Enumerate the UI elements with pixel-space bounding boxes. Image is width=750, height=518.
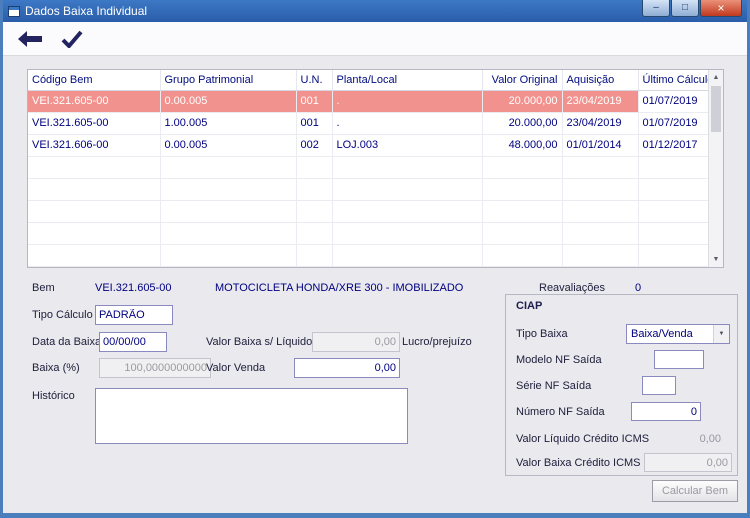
reavaliacoes-label: Reavaliações [539,282,606,294]
valor-liquido-icms-label: Valor Líquido Crédito ICMS [516,433,650,445]
window-title: Dados Baixa Individual [25,4,148,18]
app-icon [8,5,20,17]
client-area: Código Bem Grupo Patrimonial U.N. Planta… [3,56,747,513]
data-baixa-label: Data da Baixa [32,336,102,348]
scrollbar-track [709,132,723,252]
baixa-pct-label: Baixa (%) [32,362,80,374]
tipo-baixa-select[interactable]: Baixa/Venda ▼ [626,324,730,344]
modelo-nf-label: Modelo NF Saída [516,354,602,366]
col-header-grupo-patrimonial[interactable]: Grupo Patrimonial [160,70,297,91]
valor-baixa-icms-input [644,453,732,472]
table-row-empty [28,200,710,223]
data-baixa-input[interactable] [99,332,167,352]
modelo-nf-input[interactable] [654,350,704,369]
valor-baixa-icms-label: Valor Baixa Crédito ICMS [516,457,641,469]
check-icon [61,30,83,48]
col-header-aquisicao[interactable]: Aquisição [562,70,639,91]
table-row-empty [28,178,710,201]
chevron-down-icon: ▼ [713,325,729,343]
serie-nf-label: Série NF Saída [516,380,592,392]
ciap-title: CIAP [516,300,543,312]
valor-venda-input[interactable] [294,358,400,378]
tipo-baixa-label: Tipo Baixa [516,328,568,340]
tipo-baixa-value: Baixa/Venda [631,328,693,340]
scroll-down-button[interactable]: ▼ [709,252,723,267]
minimize-icon: – [653,2,659,13]
numero-nf-label: Número NF Saída [516,406,605,418]
table-row[interactable]: VEI.321.606-00 0.00.005 002 LOJ.003 48.0… [28,134,710,157]
historico-label: Histórico [32,390,75,402]
window-controls: – □ × [641,0,747,17]
numero-nf-input[interactable] [631,402,701,421]
tipo-calculo-input[interactable] [95,305,173,325]
col-header-codigo-bem[interactable]: Código Bem [28,70,161,91]
valor-liquido-icms-value: 0,00 [699,433,721,445]
ciap-groupbox: CIAP Tipo Baixa Baixa/Venda ▼ Modelo NF … [505,294,738,476]
maximize-button[interactable]: □ [671,0,699,17]
historico-textarea[interactable] [95,388,408,444]
col-header-valor-original[interactable]: Valor Original [482,70,563,91]
serie-nf-input[interactable] [642,376,676,395]
baixa-pct-input [99,358,211,378]
confirm-button[interactable] [55,25,89,53]
dialog-dados-baixa-individual: Dados Baixa Individual – □ × Código Bem … [0,0,750,518]
scrollbar-thumb[interactable] [711,86,721,132]
back-arrow-icon [18,30,42,47]
close-icon: × [717,1,725,15]
valor-baixa-input [312,332,400,352]
maximize-icon: □ [681,2,689,13]
bem-code-value: VEI.321.605-00 [95,282,172,294]
reavaliacoes-value: 0 [635,282,642,294]
col-header-planta-local[interactable]: Planta/Local [332,70,483,91]
table-header-row: Código Bem Grupo Patrimonial U.N. Planta… [28,70,710,91]
assets-grid: Código Bem Grupo Patrimonial U.N. Planta… [27,69,724,268]
table-row-empty [28,156,710,179]
bem-label: Bem [32,282,55,294]
back-button[interactable] [13,25,47,53]
minimize-button[interactable]: – [642,0,670,17]
table-row-empty [28,222,710,245]
lucro-prejuizo-label: Lucro/prejuízo [402,336,472,348]
table-row-empty [28,244,710,267]
scroll-up-button[interactable]: ▲ [709,70,723,85]
bem-description: MOTOCICLETA HONDA/XRE 300 - IMOBILIZADO [215,282,464,294]
table-row[interactable]: VEI.321.605-00 1.00.005 001 . 20.000,00 … [28,112,710,135]
tipo-calculo-label: Tipo Cálculo [32,309,93,321]
table-row[interactable]: VEI.321.605-00 0.00.005 001 . 20.000,00 … [28,90,710,113]
close-button[interactable]: × [700,0,742,17]
assets-table: Código Bem Grupo Patrimonial U.N. Planta… [28,70,710,267]
toolbar [3,22,747,56]
col-header-ultimo-calculo[interactable]: Último Cálculo [638,70,710,91]
valor-venda-label: Valor Venda [206,362,266,374]
titlebar[interactable]: Dados Baixa Individual – □ × [3,0,747,22]
vertical-scrollbar: ▲ ▼ [708,70,723,267]
valor-baixa-label: Valor Baixa s/ Líquido [206,336,313,348]
calcular-bem-button[interactable]: Calcular Bem [652,480,738,502]
col-header-un[interactable]: U.N. [296,70,333,91]
